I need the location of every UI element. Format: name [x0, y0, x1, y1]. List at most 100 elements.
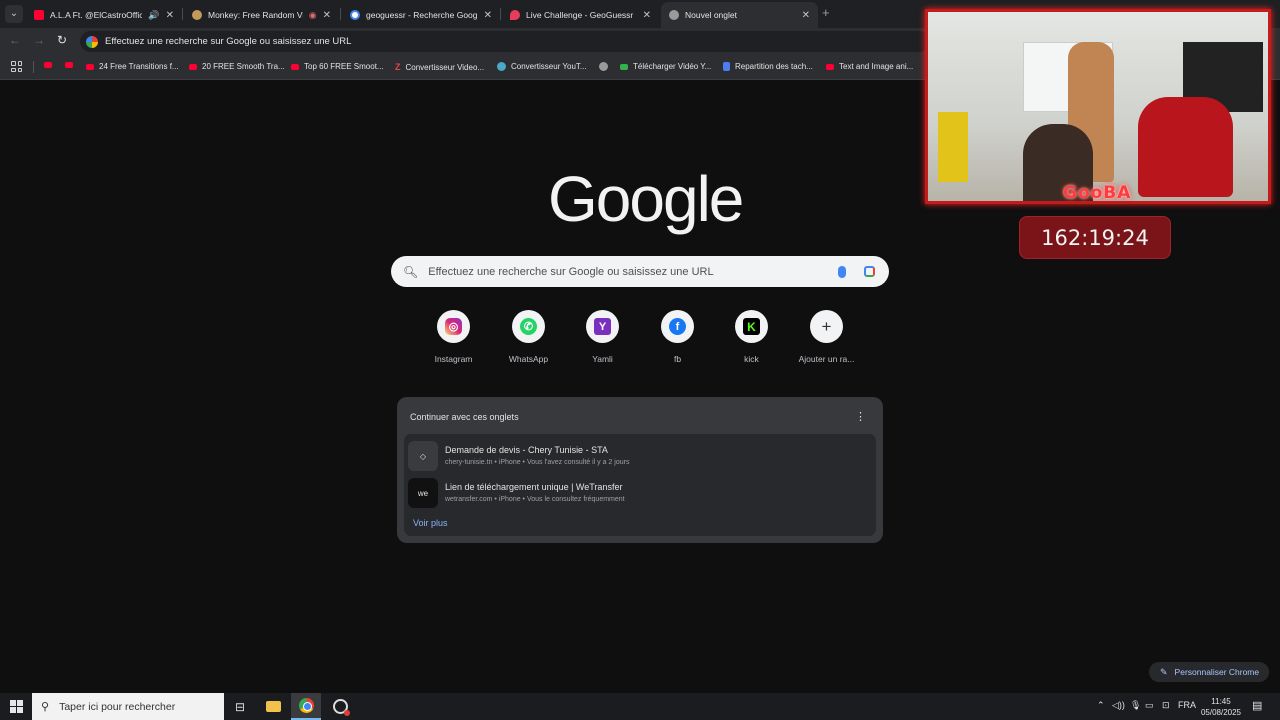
obs-taskbar-button[interactable]	[325, 693, 355, 720]
tab-title: geoguessr - Recherche Google	[366, 10, 478, 20]
shortcut-fb[interactable]: f fb	[640, 309, 715, 364]
bookmark-item[interactable]: Top 60 FREE Smoot...	[291, 62, 384, 71]
display-icon[interactable]: ⊡	[1162, 700, 1170, 711]
shortcut-yamli[interactable]: Y Yamli	[565, 309, 640, 364]
file-explorer-button[interactable]	[258, 693, 288, 720]
monkey-icon	[192, 10, 202, 20]
shortcut-label: Ajouter un ra...	[798, 354, 855, 364]
see-more-link[interactable]: Voir plus	[413, 518, 448, 528]
shortcut-label: Instagram	[434, 354, 473, 364]
close-tab-icon[interactable]: ✕	[484, 10, 492, 21]
customize-chrome-label: Personnaliser Chrome	[1174, 667, 1260, 677]
tab-search-button[interactable]: ⌄	[5, 5, 23, 23]
microphone-icon[interactable]: 🎙︎	[1130, 700, 1141, 711]
shortcut-tile: +	[810, 310, 843, 343]
google-lens-icon[interactable]	[864, 266, 875, 277]
close-tab-icon[interactable]: ✕	[802, 10, 810, 21]
shortcut-add[interactable]: + Ajouter un ra...	[789, 309, 864, 364]
bookmark-label: Top 60 FREE Smoot...	[304, 62, 384, 71]
shortcut-tile: f	[661, 310, 694, 343]
chevron-up-icon[interactable]: ⌃	[1097, 700, 1105, 711]
system-clock[interactable]: 11:45 05/08/2025	[1196, 696, 1246, 718]
bookmark-item[interactable]: Repartition des tach...	[723, 62, 813, 71]
windows-start-icon[interactable]	[10, 700, 23, 713]
more-options-icon[interactable]: ⋮	[855, 410, 866, 423]
continue-tab-item[interactable]: we Lien de téléchargement unique | WeTra…	[408, 476, 872, 510]
microphone-icon[interactable]	[838, 265, 846, 278]
speaker-icon[interactable]: ◁))	[1112, 700, 1125, 711]
task-view-icon[interactable]: ⊟	[225, 693, 255, 720]
card-title: Continuer avec ces onglets	[410, 412, 519, 422]
bookmark-item[interactable]: 24 Free Transitions f...	[86, 62, 179, 71]
language-indicator[interactable]: FRA	[1178, 700, 1196, 710]
kick-icon: K	[743, 318, 760, 335]
shortcut-whatsapp[interactable]: ✆ WhatsApp	[491, 309, 566, 364]
close-tab-icon[interactable]: ✕	[643, 10, 651, 21]
youtube-icon	[65, 62, 73, 68]
chery-icon: ◇	[408, 441, 438, 471]
tab-live-challenge[interactable]: Live Challenge - GeoGuessr ✕	[502, 2, 659, 28]
shortcut-tile: ◎	[437, 310, 470, 343]
bookmark-item[interactable]: Text and Image ani...	[826, 62, 913, 71]
shortcut-label: kick	[744, 354, 759, 364]
bookmark-item[interactable]: Convertisseur YouT...	[497, 62, 587, 71]
bookmark-label: Repartition des tach...	[735, 62, 813, 71]
pencil-icon: ✎	[1160, 666, 1168, 677]
bookmark-label: 24 Free Transitions f...	[99, 62, 179, 71]
tab-ala[interactable]: A.L.A Ft. @ElCastroOfficial - 🔊 ✕	[26, 2, 182, 28]
shortcut-kick[interactable]: K kick	[714, 309, 789, 364]
gaming-chair	[1138, 97, 1233, 197]
tab-monkey[interactable]: Monkey: Free Random Vide ◉ ✕	[184, 2, 339, 28]
close-tab-icon[interactable]: ✕	[323, 10, 331, 21]
youtube-icon	[291, 63, 299, 70]
shortcut-instagram[interactable]: ◎ Instagram	[416, 309, 491, 364]
search-box[interactable]: 🔍︎ Effectuez une recherche sur Google ou…	[391, 256, 889, 287]
tab-separator	[340, 8, 341, 20]
clock-time: 11:45	[1211, 697, 1231, 706]
google-icon	[350, 10, 360, 20]
new-tab-button[interactable]: +	[822, 5, 830, 20]
tab-title: Nouvel onglet	[685, 10, 737, 20]
whatsapp-icon: ✆	[520, 318, 537, 335]
taskbar: ⚲ Taper ici pour rechercher ⊟ ⌃ ◁)) 🎙︎ ▭…	[0, 693, 1280, 720]
item-subtitle: wetransfer.com • iPhone • Vous le consul…	[445, 496, 625, 503]
speaker-icon[interactable]: 🔊	[148, 10, 159, 21]
youtube-icon	[826, 63, 834, 70]
continue-tab-item[interactable]: ◇ Demande de devis - Chery Tunisie - STA…	[408, 439, 872, 473]
stream-timer: 162:19:24	[1019, 216, 1171, 259]
yamli-icon: Y	[594, 318, 611, 335]
tab-new-tab[interactable]: Nouvel onglet ✕	[661, 2, 818, 28]
wetransfer-icon: we	[408, 478, 438, 508]
close-tab-icon[interactable]: ✕	[166, 10, 174, 21]
bookmark-separator	[33, 61, 34, 73]
apps-grid-icon[interactable]	[11, 61, 22, 72]
search-icon: 🔍︎	[403, 264, 419, 279]
reload-button[interactable]: ↻	[57, 33, 67, 47]
tab-geoguessr-search[interactable]: geoguessr - Recherche Google ✕	[342, 2, 500, 28]
taskbar-search[interactable]: ⚲ Taper ici pour rechercher	[32, 693, 224, 720]
obs-icon	[332, 699, 350, 716]
back-button[interactable]: ←	[9, 33, 21, 47]
bookmark-item[interactable]: 20 FREE Smooth Tra...	[189, 62, 285, 71]
google-icon	[86, 35, 98, 48]
recording-icon: ◉	[308, 9, 317, 20]
bookmark-item[interactable]: Télécharger Vidéo Y...	[620, 62, 711, 71]
network-icon[interactable]: ▭	[1145, 700, 1154, 711]
address-bar-text: Effectuez une recherche sur Google ou sa…	[105, 36, 352, 47]
chrome-taskbar-button[interactable]	[291, 693, 321, 720]
notification-icon[interactable]: ▤	[1252, 699, 1262, 712]
tab-title: A.L.A Ft. @ElCastroOfficial -	[50, 10, 143, 20]
bookmark-label: Text and Image ani...	[839, 62, 914, 71]
bookmark-item[interactable]: Z Convertisseur Video...	[395, 62, 484, 72]
customize-chrome-button[interactable]: ✎ Personnaliser Chrome	[1149, 662, 1269, 682]
address-bar[interactable]: Effectuez une recherche sur Google ou sa…	[80, 31, 930, 52]
shortcut-label: WhatsApp	[508, 354, 549, 364]
bookmark-item[interactable]	[599, 62, 613, 71]
search-icon: ⚲	[41, 701, 50, 713]
download-icon	[620, 63, 628, 70]
forward-button[interactable]: →	[33, 33, 45, 47]
z-icon: Z	[395, 62, 401, 72]
bookmark-item[interactable]	[65, 62, 78, 68]
bookmark-item[interactable]	[44, 62, 57, 68]
youtube-icon	[34, 10, 44, 20]
